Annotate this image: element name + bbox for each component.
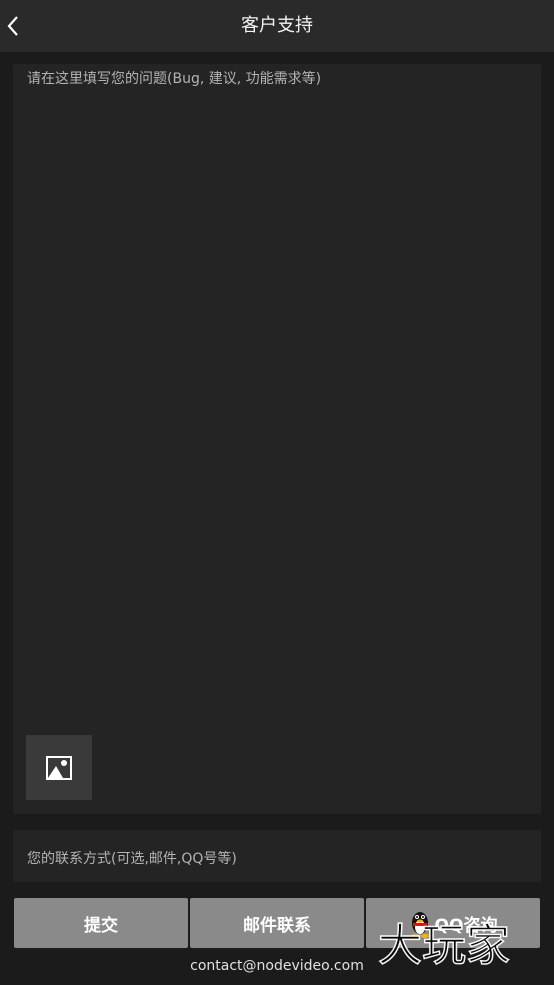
top-bar: 客户支持 (0, 0, 554, 52)
add-image-button[interactable] (26, 735, 92, 800)
add-image-icon (46, 755, 72, 780)
watermark-logo: 大玩家 (378, 919, 511, 972)
contact-placeholder: 您的联系方式(可选,邮件,QQ号等) (27, 851, 237, 867)
feedback-textarea[interactable]: 请在这里填写您的问题(Bug, 建议, 功能需求等) (13, 64, 541, 814)
svg-text:大玩家: 大玩家 (378, 920, 510, 971)
feedback-placeholder: 请在这里填写您的问题(Bug, 建议, 功能需求等) (27, 71, 322, 87)
submit-button[interactable]: 提交 (14, 898, 188, 948)
page-title: 客户支持 (241, 15, 313, 36)
contact-input[interactable]: 您的联系方式(可选,邮件,QQ号等) (13, 830, 541, 882)
email-contact-button[interactable]: 邮件联系 (190, 898, 364, 948)
